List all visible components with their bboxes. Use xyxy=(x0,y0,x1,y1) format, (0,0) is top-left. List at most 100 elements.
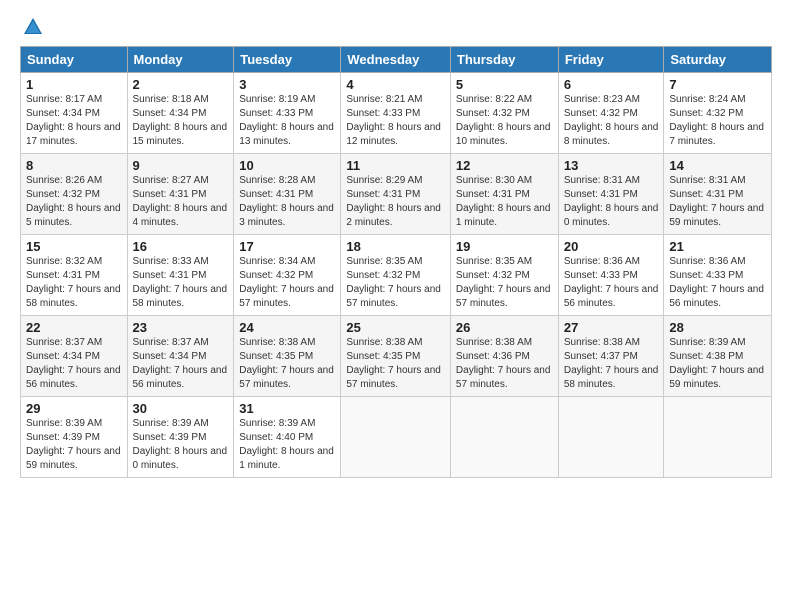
calendar-cell: 15 Sunrise: 8:32 AM Sunset: 4:31 PM Dayl… xyxy=(21,235,128,316)
calendar-header-wednesday: Wednesday xyxy=(341,47,451,73)
day-info: Sunrise: 8:38 AM Sunset: 4:37 PM Dayligh… xyxy=(564,336,659,392)
day-info: Sunrise: 8:36 AM Sunset: 4:33 PM Dayligh… xyxy=(669,255,766,311)
day-number: 18 xyxy=(346,239,445,254)
day-info: Sunrise: 8:38 AM Sunset: 4:35 PM Dayligh… xyxy=(239,336,335,392)
calendar-cell: 6 Sunrise: 8:23 AM Sunset: 4:32 PM Dayli… xyxy=(558,73,664,154)
calendar-week-2: 8 Sunrise: 8:26 AM Sunset: 4:32 PM Dayli… xyxy=(21,154,772,235)
day-number: 31 xyxy=(239,401,335,416)
day-number: 28 xyxy=(669,320,766,335)
day-info: Sunrise: 8:18 AM Sunset: 4:34 PM Dayligh… xyxy=(133,93,229,149)
day-info: Sunrise: 8:26 AM Sunset: 4:32 PM Dayligh… xyxy=(26,174,122,230)
calendar-cell: 29 Sunrise: 8:39 AM Sunset: 4:39 PM Dayl… xyxy=(21,397,128,478)
day-info: Sunrise: 8:22 AM Sunset: 4:32 PM Dayligh… xyxy=(456,93,553,149)
day-number: 24 xyxy=(239,320,335,335)
calendar-header-friday: Friday xyxy=(558,47,664,73)
calendar-cell: 13 Sunrise: 8:31 AM Sunset: 4:31 PM Dayl… xyxy=(558,154,664,235)
day-number: 20 xyxy=(564,239,659,254)
calendar-header-tuesday: Tuesday xyxy=(234,47,341,73)
calendar-cell: 5 Sunrise: 8:22 AM Sunset: 4:32 PM Dayli… xyxy=(450,73,558,154)
calendar-cell: 21 Sunrise: 8:36 AM Sunset: 4:33 PM Dayl… xyxy=(664,235,772,316)
calendar-cell xyxy=(450,397,558,478)
day-info: Sunrise: 8:38 AM Sunset: 4:36 PM Dayligh… xyxy=(456,336,553,392)
day-info: Sunrise: 8:31 AM Sunset: 4:31 PM Dayligh… xyxy=(669,174,766,230)
day-info: Sunrise: 8:39 AM Sunset: 4:38 PM Dayligh… xyxy=(669,336,766,392)
calendar-cell: 26 Sunrise: 8:38 AM Sunset: 4:36 PM Dayl… xyxy=(450,316,558,397)
header xyxy=(20,16,772,38)
calendar-cell xyxy=(558,397,664,478)
day-info: Sunrise: 8:30 AM Sunset: 4:31 PM Dayligh… xyxy=(456,174,553,230)
calendar-header-monday: Monday xyxy=(127,47,234,73)
calendar-table: SundayMondayTuesdayWednesdayThursdayFrid… xyxy=(20,46,772,478)
day-number: 22 xyxy=(26,320,122,335)
day-info: Sunrise: 8:36 AM Sunset: 4:33 PM Dayligh… xyxy=(564,255,659,311)
calendar-cell: 31 Sunrise: 8:39 AM Sunset: 4:40 PM Dayl… xyxy=(234,397,341,478)
day-number: 4 xyxy=(346,77,445,92)
calendar-cell: 28 Sunrise: 8:39 AM Sunset: 4:38 PM Dayl… xyxy=(664,316,772,397)
day-number: 11 xyxy=(346,158,445,173)
calendar-cell xyxy=(341,397,451,478)
day-info: Sunrise: 8:34 AM Sunset: 4:32 PM Dayligh… xyxy=(239,255,335,311)
calendar-header-row: SundayMondayTuesdayWednesdayThursdayFrid… xyxy=(21,47,772,73)
day-number: 30 xyxy=(133,401,229,416)
calendar-cell: 18 Sunrise: 8:35 AM Sunset: 4:32 PM Dayl… xyxy=(341,235,451,316)
day-info: Sunrise: 8:24 AM Sunset: 4:32 PM Dayligh… xyxy=(669,93,766,149)
day-info: Sunrise: 8:23 AM Sunset: 4:32 PM Dayligh… xyxy=(564,93,659,149)
day-info: Sunrise: 8:37 AM Sunset: 4:34 PM Dayligh… xyxy=(26,336,122,392)
day-number: 5 xyxy=(456,77,553,92)
calendar-header-saturday: Saturday xyxy=(664,47,772,73)
day-number: 9 xyxy=(133,158,229,173)
day-number: 27 xyxy=(564,320,659,335)
calendar-cell: 19 Sunrise: 8:35 AM Sunset: 4:32 PM Dayl… xyxy=(450,235,558,316)
day-info: Sunrise: 8:27 AM Sunset: 4:31 PM Dayligh… xyxy=(133,174,229,230)
calendar-cell: 25 Sunrise: 8:38 AM Sunset: 4:35 PM Dayl… xyxy=(341,316,451,397)
calendar-cell: 2 Sunrise: 8:18 AM Sunset: 4:34 PM Dayli… xyxy=(127,73,234,154)
day-info: Sunrise: 8:17 AM Sunset: 4:34 PM Dayligh… xyxy=(26,93,122,149)
day-number: 17 xyxy=(239,239,335,254)
day-number: 25 xyxy=(346,320,445,335)
day-number: 10 xyxy=(239,158,335,173)
calendar-cell: 20 Sunrise: 8:36 AM Sunset: 4:33 PM Dayl… xyxy=(558,235,664,316)
calendar-cell: 8 Sunrise: 8:26 AM Sunset: 4:32 PM Dayli… xyxy=(21,154,128,235)
calendar-week-3: 15 Sunrise: 8:32 AM Sunset: 4:31 PM Dayl… xyxy=(21,235,772,316)
day-number: 7 xyxy=(669,77,766,92)
page: SundayMondayTuesdayWednesdayThursdayFrid… xyxy=(0,0,792,488)
day-number: 2 xyxy=(133,77,229,92)
day-info: Sunrise: 8:33 AM Sunset: 4:31 PM Dayligh… xyxy=(133,255,229,311)
day-number: 26 xyxy=(456,320,553,335)
day-info: Sunrise: 8:35 AM Sunset: 4:32 PM Dayligh… xyxy=(346,255,445,311)
day-number: 12 xyxy=(456,158,553,173)
calendar-cell: 4 Sunrise: 8:21 AM Sunset: 4:33 PM Dayli… xyxy=(341,73,451,154)
calendar-cell: 11 Sunrise: 8:29 AM Sunset: 4:31 PM Dayl… xyxy=(341,154,451,235)
day-number: 23 xyxy=(133,320,229,335)
calendar-cell: 16 Sunrise: 8:33 AM Sunset: 4:31 PM Dayl… xyxy=(127,235,234,316)
calendar-week-5: 29 Sunrise: 8:39 AM Sunset: 4:39 PM Dayl… xyxy=(21,397,772,478)
calendar-cell: 12 Sunrise: 8:30 AM Sunset: 4:31 PM Dayl… xyxy=(450,154,558,235)
day-number: 19 xyxy=(456,239,553,254)
day-info: Sunrise: 8:21 AM Sunset: 4:33 PM Dayligh… xyxy=(346,93,445,149)
day-number: 14 xyxy=(669,158,766,173)
day-number: 3 xyxy=(239,77,335,92)
logo xyxy=(20,16,44,38)
calendar-cell: 24 Sunrise: 8:38 AM Sunset: 4:35 PM Dayl… xyxy=(234,316,341,397)
calendar-cell: 7 Sunrise: 8:24 AM Sunset: 4:32 PM Dayli… xyxy=(664,73,772,154)
calendar-cell: 14 Sunrise: 8:31 AM Sunset: 4:31 PM Dayl… xyxy=(664,154,772,235)
day-number: 16 xyxy=(133,239,229,254)
day-number: 6 xyxy=(564,77,659,92)
day-info: Sunrise: 8:31 AM Sunset: 4:31 PM Dayligh… xyxy=(564,174,659,230)
day-info: Sunrise: 8:39 AM Sunset: 4:40 PM Dayligh… xyxy=(239,417,335,473)
day-info: Sunrise: 8:32 AM Sunset: 4:31 PM Dayligh… xyxy=(26,255,122,311)
day-info: Sunrise: 8:29 AM Sunset: 4:31 PM Dayligh… xyxy=(346,174,445,230)
day-info: Sunrise: 8:39 AM Sunset: 4:39 PM Dayligh… xyxy=(26,417,122,473)
calendar-cell xyxy=(664,397,772,478)
logo-icon xyxy=(22,16,44,38)
day-number: 13 xyxy=(564,158,659,173)
calendar-cell: 9 Sunrise: 8:27 AM Sunset: 4:31 PM Dayli… xyxy=(127,154,234,235)
calendar-cell: 23 Sunrise: 8:37 AM Sunset: 4:34 PM Dayl… xyxy=(127,316,234,397)
day-info: Sunrise: 8:19 AM Sunset: 4:33 PM Dayligh… xyxy=(239,93,335,149)
calendar-cell: 1 Sunrise: 8:17 AM Sunset: 4:34 PM Dayli… xyxy=(21,73,128,154)
calendar-cell: 22 Sunrise: 8:37 AM Sunset: 4:34 PM Dayl… xyxy=(21,316,128,397)
day-number: 29 xyxy=(26,401,122,416)
calendar-week-1: 1 Sunrise: 8:17 AM Sunset: 4:34 PM Dayli… xyxy=(21,73,772,154)
day-info: Sunrise: 8:28 AM Sunset: 4:31 PM Dayligh… xyxy=(239,174,335,230)
day-info: Sunrise: 8:39 AM Sunset: 4:39 PM Dayligh… xyxy=(133,417,229,473)
